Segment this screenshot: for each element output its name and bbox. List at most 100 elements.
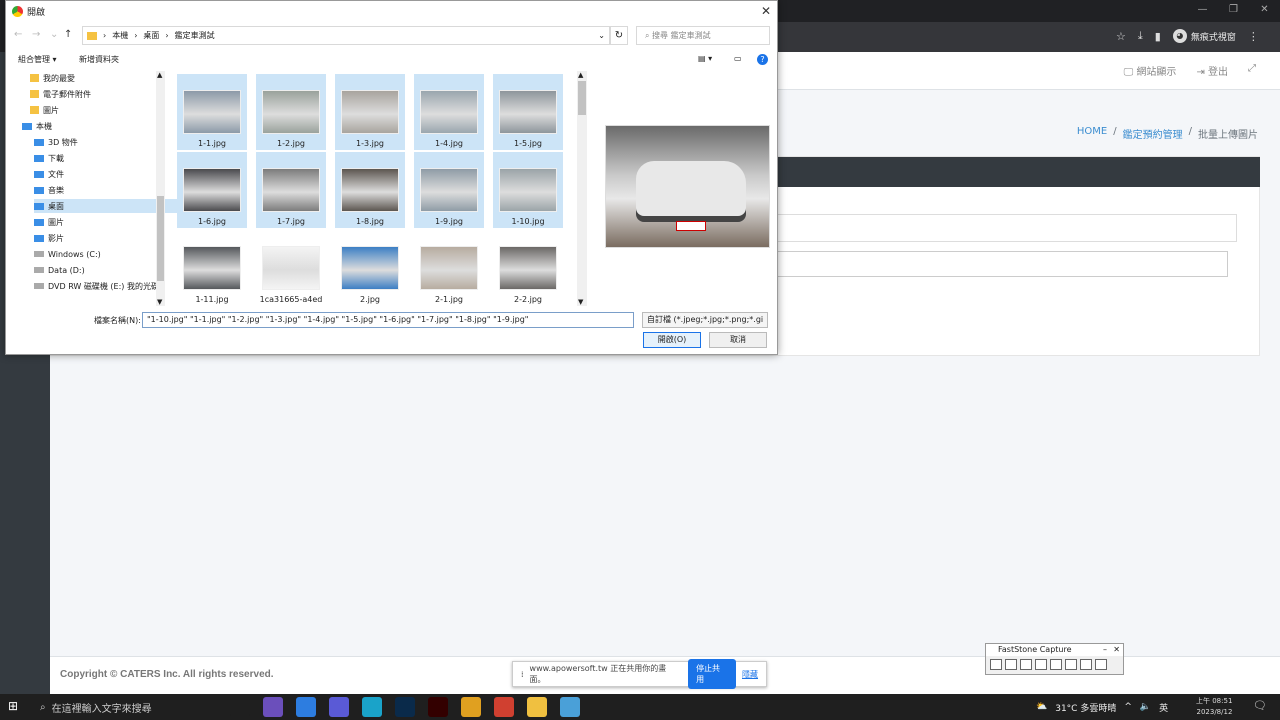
tree-scrollbar[interactable]: ▲ ▼ (156, 71, 165, 306)
address-desktop[interactable]: 桌面 (143, 30, 159, 41)
grid-scrollbar[interactable]: ▲ ▼ (577, 71, 587, 306)
refresh-icon[interactable]: ↻ (610, 26, 628, 45)
view-options-icon[interactable]: ▤ ▾ (698, 54, 712, 63)
address-folder[interactable]: 鑑定車測試 (175, 30, 215, 41)
breadcrumb-home[interactable]: HOME (1077, 126, 1107, 141)
expand-icon[interactable]: ⤢ (1248, 63, 1256, 78)
volume-icon[interactable]: 🔈 (1140, 702, 1151, 712)
tree-item[interactable]: 本機 (22, 119, 172, 133)
minimize-icon[interactable]: – (1103, 644, 1107, 656)
filename-input[interactable]: "1-10.jpg" "1-1.jpg" "1-2.jpg" "1-3.jpg"… (142, 312, 634, 328)
preview-pane-icon[interactable]: ▭ (734, 54, 742, 63)
organize-menu[interactable]: 組合管理 ▾ (18, 54, 57, 65)
maximize-button[interactable]: ❐ (1218, 0, 1249, 20)
notification-icon[interactable]: 🗨 (1253, 699, 1267, 712)
help-icon[interactable]: ? (757, 54, 768, 65)
file-item[interactable]: 1-9.jpg (414, 152, 484, 228)
upload-field[interactable] (760, 214, 1237, 242)
file-item[interactable]: 1-6.jpg (177, 152, 247, 228)
file-item[interactable]: 2.jpg (335, 230, 405, 306)
media-icon[interactable] (329, 697, 349, 717)
capture-full-icon[interactable] (1050, 659, 1062, 670)
capture-scroll-icon[interactable] (1065, 659, 1077, 670)
breadcrumb-section[interactable]: 鑑定預約管理 (1123, 126, 1183, 141)
file-item[interactable]: 1-1.jpg (177, 74, 247, 150)
capture-object-icon[interactable] (1005, 659, 1017, 670)
file-item[interactable]: 1-10.jpg (493, 152, 563, 228)
file-item[interactable]: 1-8.jpg (335, 152, 405, 228)
scroll-down-icon[interactable]: ▼ (157, 298, 162, 306)
photoshop-icon[interactable] (395, 697, 415, 717)
file-item[interactable]: 1-3.jpg (335, 74, 405, 150)
stop-sharing-button[interactable]: 停止共用 (688, 659, 737, 689)
scroll-thumb[interactable] (157, 196, 164, 281)
scroll-thumb[interactable] (578, 81, 586, 115)
chevron-down-icon[interactable]: ⌄ (598, 31, 605, 40)
address-row: ← → ⌄ ↑ › 本機 › 桌面 › 鑑定車測試 ⌄ ↻ ⌕ 搜尋 鑑定車測試 (6, 23, 777, 47)
upload-input[interactable] (760, 251, 1228, 277)
windows-start-icon[interactable]: ⊞ (8, 699, 18, 713)
capture-rect-icon[interactable] (1020, 659, 1032, 670)
notepad-icon[interactable] (560, 697, 580, 717)
illustrator-icon[interactable] (428, 697, 448, 717)
tree-item-label: 音樂 (48, 185, 64, 195)
breadcrumb: HOME / 鑑定預約管理 / 批量上傳圖片 (1077, 126, 1258, 141)
search-input[interactable]: ⌕ 搜尋 鑑定車測試 (636, 26, 770, 45)
close-icon[interactable]: ✕ (1113, 644, 1120, 656)
open-button[interactable]: 開啟(O) (643, 332, 701, 348)
incognito-profile[interactable]: ◕ 無痕式視窗 (1172, 29, 1236, 43)
app-icon[interactable] (263, 697, 283, 717)
breadcrumb-separator: / (1188, 126, 1192, 137)
star-icon[interactable]: ☆ (1116, 30, 1126, 43)
scroll-down-icon[interactable]: ▼ (578, 298, 583, 306)
site-display-link[interactable]: 🖵 網站顯示 (1124, 63, 1177, 78)
weather-text[interactable]: 31°C 多雲時晴 (1055, 701, 1116, 714)
task-view-icon[interactable] (230, 697, 250, 717)
ime-indicator[interactable]: 英 (1159, 701, 1168, 714)
hide-share-link[interactable]: 隱藏 (742, 669, 758, 680)
file-item[interactable]: 1-4.jpg (414, 74, 484, 150)
file-item[interactable]: 1ca31665-a4ed (256, 230, 326, 306)
download-icon[interactable]: ⤓ (1138, 29, 1143, 43)
file-item[interactable]: 1-7.jpg (256, 152, 326, 228)
settings-icon[interactable] (1095, 659, 1107, 670)
capture-freehand-icon[interactable] (1035, 659, 1047, 670)
download-icon (34, 154, 44, 162)
close-window-button[interactable]: ✕ (1249, 0, 1280, 20)
scroll-up-icon[interactable]: ▲ (157, 71, 162, 79)
sidebar-icon[interactable]: ▮ (1155, 30, 1161, 43)
file-name: 2-1.jpg (435, 295, 463, 304)
store-icon[interactable] (296, 697, 316, 717)
forward-arrow-icon[interactable]: → (32, 29, 40, 40)
menu-icon[interactable]: ⋮ (1248, 30, 1259, 43)
minimize-button[interactable]: — (1187, 0, 1218, 20)
edge-icon[interactable] (362, 697, 382, 717)
file-item[interactable]: 2-1.jpg (414, 230, 484, 306)
address-root[interactable]: 本機 (112, 30, 128, 41)
file-item[interactable]: 1-11.jpg (177, 230, 247, 306)
cancel-button[interactable]: 取消 (709, 332, 767, 348)
up-arrow-icon[interactable]: ↑ (64, 29, 72, 40)
chevron-down-icon[interactable]: ⌄ (50, 29, 58, 40)
file-item[interactable]: 1-5.jpg (493, 74, 563, 150)
scroll-up-icon[interactable]: ▲ (578, 71, 583, 79)
drag-handle-icon[interactable]: ⁞ (521, 670, 524, 679)
chrome-icon-2[interactable] (494, 697, 514, 717)
new-folder-button[interactable]: 新增資料夾 (79, 54, 119, 65)
output-icon[interactable] (1080, 659, 1092, 670)
back-arrow-icon[interactable]: ← (14, 29, 22, 40)
logout-link[interactable]: ⇥ 登出 (1196, 63, 1228, 78)
incognito-icon: ◕ (1172, 29, 1187, 43)
explorer-icon[interactable] (527, 697, 547, 717)
address-bar[interactable]: › 本機 › 桌面 › 鑑定車測試 ⌄ (82, 26, 610, 45)
chevron-up-icon[interactable]: ^ (1124, 702, 1132, 712)
taskbar-search[interactable]: ⌕ 在這裡輸入文字來搜尋 (32, 694, 222, 720)
chrome-icon[interactable] (461, 697, 481, 717)
capture-window-icon[interactable] (990, 659, 1002, 670)
file-type-select[interactable]: 自訂檔 (*.jpeg;*.jpg;*.png;*.gi (642, 312, 768, 328)
close-icon[interactable]: ✕ (761, 4, 771, 18)
clock[interactable]: 上午 08:51 2023/8/12 (1196, 696, 1232, 718)
file-item[interactable]: 2-2.jpg (493, 230, 563, 306)
weather-icon[interactable]: ⛅ (1036, 702, 1047, 712)
file-item[interactable]: 1-2.jpg (256, 74, 326, 150)
